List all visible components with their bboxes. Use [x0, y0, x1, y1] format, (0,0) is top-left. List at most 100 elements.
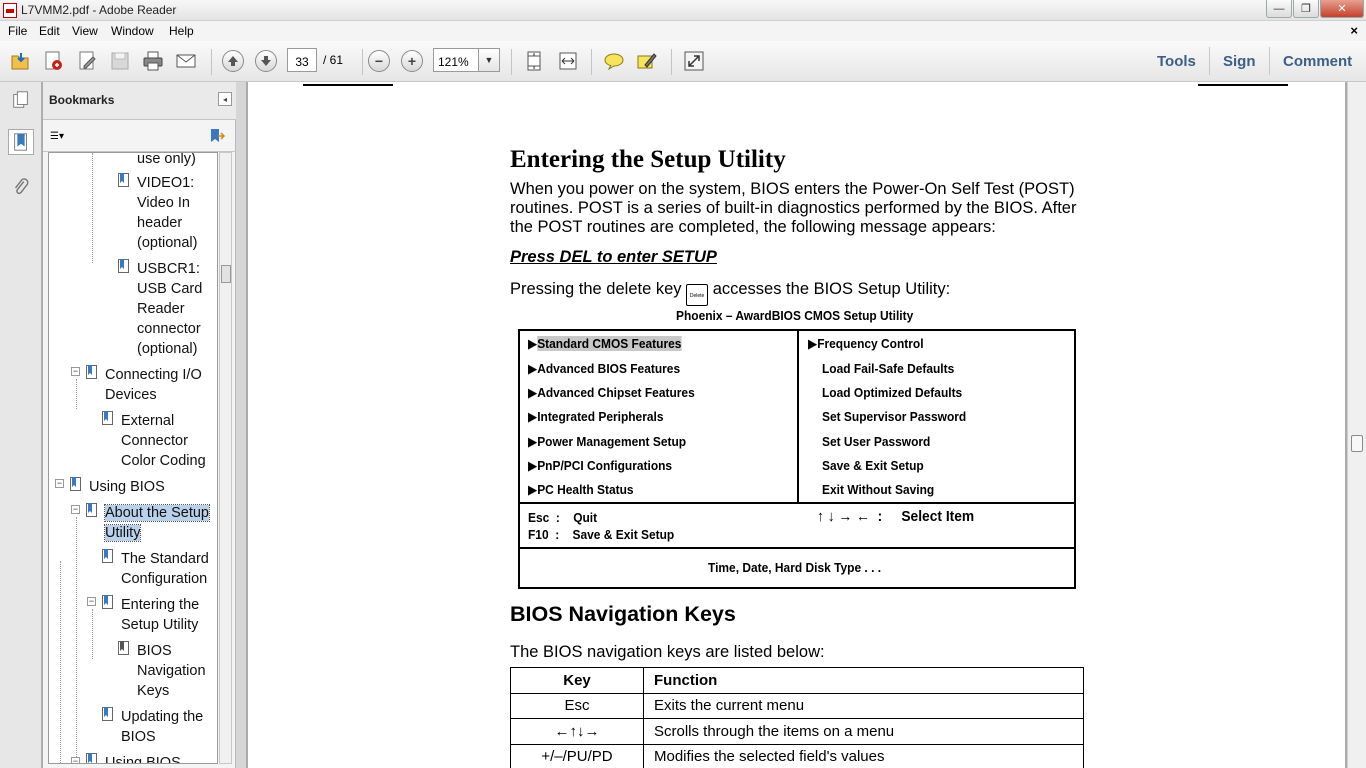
page-number-input[interactable]	[287, 48, 317, 72]
table-cell: Exits the current menu	[643, 692, 1084, 719]
bios-menu-item: ▶Frequency Control	[808, 336, 924, 351]
toolbar-separator	[671, 49, 672, 75]
previous-page-icon[interactable]	[222, 50, 244, 72]
bookmark-item[interactable]: Connecting I/O Devices	[105, 365, 202, 405]
nav-keys-heading: BIOS Navigation Keys	[510, 602, 736, 626]
minimize-button[interactable]: —	[1266, 0, 1292, 18]
bookmark-icon	[102, 411, 113, 425]
menu-file[interactable]: File	[8, 24, 27, 38]
bios-menu-item: Load Fail-Safe Defaults	[822, 361, 955, 376]
toolbar-separator	[362, 49, 363, 75]
menu-bar: File Edit View Window Help ×	[0, 21, 1366, 41]
close-document-icon[interactable]: ×	[1350, 23, 1358, 38]
close-window-button[interactable]: ✕	[1320, 0, 1364, 18]
zoom-dropdown-button[interactable]: ▼	[479, 48, 500, 72]
bios-screen-title: Phoenix – AwardBIOS CMOS Setup Utility	[676, 308, 914, 323]
bookmarks-scrollbar[interactable]	[219, 152, 232, 764]
nav-keys-table: Key Function Esc Exits the current menu …	[510, 667, 1084, 768]
expand-bookmark-icon[interactable]	[208, 127, 226, 145]
next-page-icon[interactable]	[255, 50, 277, 72]
toolbar-separator	[591, 49, 592, 75]
bookmark-icon	[118, 641, 129, 655]
menu-help[interactable]: Help	[169, 24, 194, 38]
bookmarks-panel-icon[interactable]	[8, 129, 34, 155]
fit-page-icon[interactable]	[523, 50, 545, 72]
tools-button[interactable]: Tools	[1157, 53, 1196, 70]
bookmark-item[interactable]: use only)	[137, 153, 196, 169]
bookmark-item[interactable]: Updating the BIOS	[121, 707, 203, 747]
bookmark-item[interactable]: Using BIOS	[89, 477, 165, 497]
bookmark-icon	[86, 503, 97, 517]
triangle-icon: ▶	[808, 336, 818, 351]
delete-key-paragraph: Pressing the delete key Delete accesses …	[510, 280, 950, 306]
page-top-rule	[303, 84, 393, 86]
collapse-toggle[interactable]: −	[71, 505, 80, 514]
zoom-input[interactable]	[433, 48, 479, 72]
bookmark-icon	[118, 259, 129, 273]
zoom-out-button[interactable]: −	[368, 50, 390, 72]
attachments-icon[interactable]	[8, 174, 34, 200]
document-scrollbar[interactable]	[1347, 82, 1366, 768]
menu-window[interactable]: Window	[111, 24, 154, 38]
maximize-button[interactable]: ❐	[1293, 0, 1319, 18]
bookmark-icon	[102, 707, 113, 721]
fit-width-icon[interactable]	[557, 50, 579, 72]
bookmark-item[interactable]: The Standard Configuration	[121, 549, 209, 589]
delete-key-icon: Delete	[686, 284, 709, 306]
menu-view[interactable]: View	[72, 24, 98, 38]
bookmarks-scroll-thumb[interactable]	[221, 265, 231, 283]
title-bar: L7VMM2.pdf - Adobe Reader — ❐ ✕	[0, 0, 1366, 21]
bios-menu-item: ▶Advanced BIOS Features	[528, 361, 681, 376]
table-header: Function	[643, 667, 1084, 694]
bios-menu-item: ▶PC Health Status	[528, 482, 634, 497]
save-icon[interactable]	[109, 50, 131, 72]
email-icon[interactable]	[175, 50, 197, 72]
bookmark-icon	[70, 477, 81, 491]
toolbar-separator	[1209, 47, 1210, 75]
table-header: Key	[510, 667, 644, 694]
collapse-panel-button[interactable]: ◂	[218, 92, 232, 106]
bios-menu-item: Set Supervisor Password	[822, 409, 967, 424]
menu-edit[interactable]: Edit	[39, 24, 60, 38]
table-cell: ←↑↓→	[510, 718, 644, 745]
bios-key-esc: Esc : Quit	[528, 510, 598, 525]
print-icon[interactable]	[142, 50, 164, 72]
highlight-text-icon[interactable]	[636, 50, 658, 72]
toolbar-separator	[511, 49, 512, 75]
bookmark-item[interactable]: USBCR1: USB Card Reader connector (optional)	[137, 259, 202, 359]
window-controls: — ❐ ✕	[1265, 0, 1364, 18]
bookmark-item[interactable]: External Connector Color Coding	[121, 411, 206, 471]
table-cell: Scrolls through the items on a menu	[643, 718, 1084, 745]
bios-menu-item: Set User Password	[822, 434, 931, 449]
comment-button[interactable]: Comment	[1283, 53, 1352, 70]
bookmark-item[interactable]: BIOS Navigation Keys	[137, 641, 206, 701]
options-menu-icon[interactable]: ☰▾	[50, 128, 76, 144]
sign-button[interactable]: Sign	[1223, 53, 1256, 70]
create-pdf-icon[interactable]	[42, 50, 64, 72]
bookmark-item[interactable]: Using BIOS	[105, 753, 181, 763]
document-scroll-thumb[interactable]	[1351, 435, 1363, 452]
collapse-toggle[interactable]: −	[71, 757, 80, 763]
page-top-rule	[1198, 84, 1288, 86]
bios-menu-item: Load Optimized Defaults	[822, 385, 963, 400]
full-screen-icon[interactable]	[683, 50, 705, 72]
triangle-icon: ▶	[528, 336, 538, 351]
sticky-note-icon[interactable]	[603, 50, 625, 72]
collapse-toggle[interactable]: −	[71, 367, 80, 376]
panel-splitter[interactable]	[236, 82, 246, 768]
page-thumbnails-icon[interactable]	[8, 87, 34, 113]
toolbar-separator	[211, 49, 212, 75]
open-file-icon[interactable]	[9, 50, 31, 72]
table-cell: Modifies the selected field's values	[643, 743, 1084, 768]
triangle-icon: ▶	[528, 434, 538, 449]
collapse-toggle[interactable]: −	[87, 597, 96, 606]
bios-menu-item: Save & Exit Setup	[822, 458, 924, 473]
zoom-in-button[interactable]: +	[401, 50, 423, 72]
bookmark-item-selected[interactable]: About the Setup Utility	[103, 503, 210, 543]
collapse-toggle[interactable]: −	[55, 479, 64, 488]
edit-pdf-icon[interactable]	[76, 50, 98, 72]
bookmark-item[interactable]: Entering the Setup Utility	[121, 595, 199, 635]
bios-footer-text: Time, Date, Hard Disk Type . . .	[708, 560, 882, 575]
table-cell: +/–/PU/PD	[510, 743, 644, 768]
bookmark-item[interactable]: VIDEO1: Video In header (optional)	[137, 173, 197, 253]
